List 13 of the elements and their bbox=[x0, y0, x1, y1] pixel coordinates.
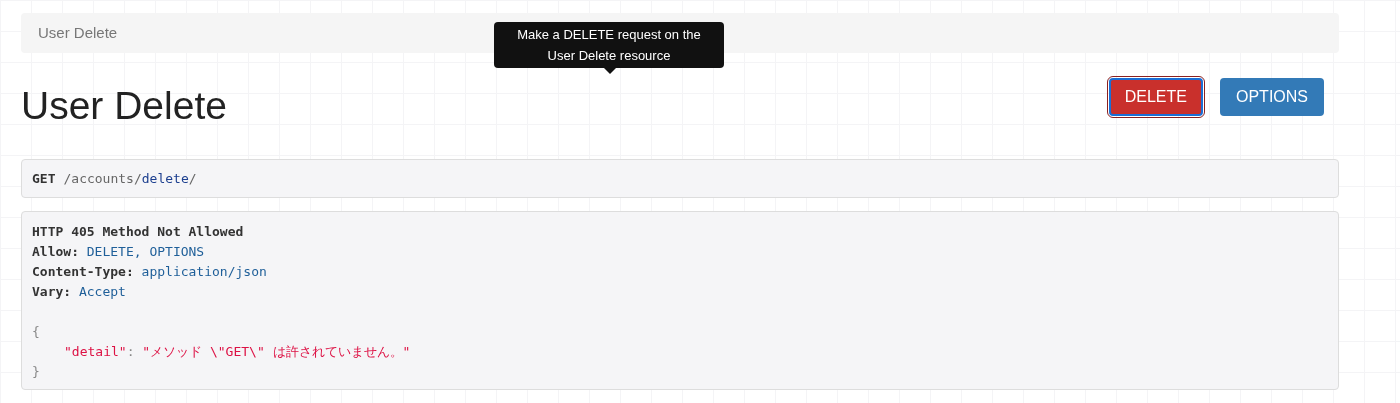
json-line: "detail": "メソッド \"GET\" は許されていません。" bbox=[63, 343, 411, 361]
request-button[interactable]: OPTIONS bbox=[1220, 78, 1324, 116]
page-title: User Delete bbox=[21, 83, 227, 129]
json-brace: { bbox=[32, 323, 40, 341]
header-line: Allow: DELETE, OPTIONS bbox=[32, 243, 205, 261]
tooltip: Make a DELETE request on the User Delete resource bbox=[494, 22, 724, 68]
request-button[interactable]: DELETE bbox=[1108, 78, 1203, 116]
header-line: Content-Type: application/json bbox=[32, 263, 267, 281]
breadcrumb-link[interactable]: User Delete bbox=[38, 21, 118, 45]
status-line: HTTP 405 Method Not Allowed bbox=[32, 223, 244, 241]
tooltip-arrow-icon bbox=[604, 68, 616, 74]
header-line: Vary: Accept bbox=[32, 283, 126, 301]
json-brace: } bbox=[32, 363, 40, 381]
